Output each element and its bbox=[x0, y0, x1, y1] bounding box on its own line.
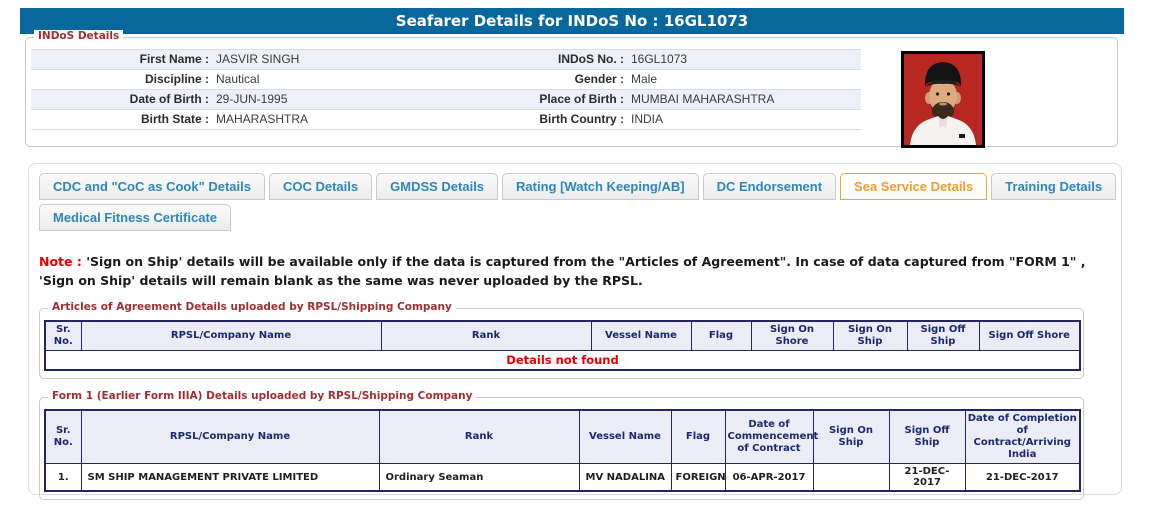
place-of-birth-label: Place of Birth : bbox=[529, 90, 624, 109]
form1-table-header-row: Sr. No. RPSL/Company Name Rank Vessel Na… bbox=[45, 410, 1080, 464]
note-body: 'Sign on Ship' details will be available… bbox=[39, 254, 1085, 288]
header-rpsl-company-name: RPSL/Company Name bbox=[81, 410, 379, 464]
cell-commencement-date: 06-APR-2017 bbox=[725, 464, 813, 492]
header-date-of-commencement: Date of Commencement of Contract bbox=[725, 410, 813, 464]
header-vessel-name: Vessel Name bbox=[591, 321, 691, 351]
details-not-found-message: Details not found bbox=[45, 351, 1080, 371]
indos-details-fieldset: INDoS Details First Name : JASVIR SINGH … bbox=[25, 37, 1118, 147]
indos-no-label: INDoS No. : bbox=[529, 50, 624, 69]
header-rank: Rank bbox=[379, 410, 579, 464]
cell-sr-no: 1. bbox=[45, 464, 81, 492]
header-sign-off-ship: Sign Off Ship bbox=[907, 321, 979, 351]
header-sr-no: Sr. No. bbox=[45, 321, 81, 351]
header-rpsl-company-name: RPSL/Company Name bbox=[81, 321, 381, 351]
tabs-row-1: CDC and "CoC as Cook" Details COC Detail… bbox=[39, 173, 1121, 200]
field-row-discipline-gender: Discipline : Nautical Gender : Male bbox=[31, 70, 861, 90]
birth-country-value: INDIA bbox=[624, 110, 861, 129]
discipline-label: Discipline : bbox=[31, 70, 209, 89]
tab-sea-service-details[interactable]: Sea Service Details bbox=[840, 173, 987, 200]
tab-training-details[interactable]: Training Details bbox=[991, 173, 1116, 200]
form1-fieldset: Form 1 (Earlier Form IIIA) Details uploa… bbox=[39, 397, 1084, 500]
cell-sign-off-ship: 21-DEC-2017 bbox=[889, 464, 965, 492]
indos-details-legend: INDoS Details bbox=[34, 30, 123, 42]
header-sign-on-ship: Sign On Ship bbox=[833, 321, 907, 351]
page-title-bar: Seafarer Details for INDoS No : 16GL1073 bbox=[20, 8, 1124, 34]
cell-sign-on-ship bbox=[813, 464, 889, 492]
tab-rating-watch-keeping-ab[interactable]: Rating [Watch Keeping/AB] bbox=[502, 173, 699, 200]
first-name-label: First Name : bbox=[31, 50, 209, 69]
field-row-birth-date-place: Date of Birth : 29-JUN-1995 Place of Bir… bbox=[31, 90, 861, 110]
discipline-value: Nautical bbox=[209, 70, 529, 89]
indos-no-value: 16GL1073 bbox=[624, 50, 861, 69]
form1-table-row: 1. SM SHIP MANAGEMENT PRIVATE LIMITED Or… bbox=[45, 464, 1080, 492]
place-of-birth-value: MUMBAI MAHARASHTRA bbox=[624, 90, 861, 109]
tabs-row-2: Medical Fitness Certificate bbox=[39, 204, 1121, 231]
header-sr-no: Sr. No. bbox=[45, 410, 81, 464]
first-name-value: JASVIR SINGH bbox=[209, 50, 529, 69]
seafarer-photo bbox=[901, 51, 985, 148]
articles-of-agreement-table: Sr. No. RPSL/Company Name Rank Vessel Na… bbox=[44, 320, 1081, 371]
header-vessel-name: Vessel Name bbox=[579, 410, 671, 464]
header-date-of-completion: Date of Completion of Contract/Arriving … bbox=[965, 410, 1080, 464]
header-sign-off-ship: Sign Off Ship bbox=[889, 410, 965, 464]
tab-coc-details[interactable]: COC Details bbox=[269, 173, 372, 200]
indos-field-rows: First Name : JASVIR SINGH INDoS No. : 16… bbox=[31, 49, 861, 130]
header-flag: Flag bbox=[691, 321, 751, 351]
gender-label: Gender : bbox=[529, 70, 624, 89]
header-sign-on-shore: Sign On Shore bbox=[751, 321, 833, 351]
date-of-birth-label: Date of Birth : bbox=[31, 90, 209, 109]
birth-state-label: Birth State : bbox=[31, 110, 209, 129]
gender-value: Male bbox=[624, 70, 861, 89]
seafarer-photo-graphic bbox=[904, 54, 982, 145]
tab-cdc-coc-as-cook-details[interactable]: CDC and "CoC as Cook" Details bbox=[39, 173, 265, 200]
field-row-birth-state-country: Birth State : MAHARASHTRA Birth Country … bbox=[31, 110, 861, 130]
cell-flag: FOREIGN bbox=[671, 464, 725, 492]
seafarer-details-page: Seafarer Details for INDoS No : 16GL1073… bbox=[0, 0, 1174, 509]
birth-country-label: Birth Country : bbox=[529, 110, 624, 129]
tab-medical-fitness-certificate[interactable]: Medical Fitness Certificate bbox=[39, 204, 231, 231]
header-sign-off-shore: Sign Off Shore bbox=[979, 321, 1080, 351]
page-title: Seafarer Details for INDoS No : 16GL1073 bbox=[396, 12, 748, 30]
tab-gmdss-details[interactable]: GMDSS Details bbox=[376, 173, 498, 200]
articles-of-agreement-legend: Articles of Agreement Details uploaded b… bbox=[48, 301, 456, 313]
cell-vessel: MV NADALINA bbox=[579, 464, 671, 492]
articles-table-header-row: Sr. No. RPSL/Company Name Rank Vessel Na… bbox=[45, 321, 1080, 351]
details-not-found-row: Details not found bbox=[45, 351, 1080, 371]
note-text: Note : 'Sign on Ship' details will be av… bbox=[39, 252, 1107, 290]
cell-company: SM SHIP MANAGEMENT PRIVATE LIMITED bbox=[81, 464, 379, 492]
date-of-birth-value: 29-JUN-1995 bbox=[209, 90, 529, 109]
birth-state-value: MAHARASHTRA bbox=[209, 110, 529, 129]
header-rank: Rank bbox=[381, 321, 591, 351]
form1-legend: Form 1 (Earlier Form IIIA) Details uploa… bbox=[48, 390, 476, 402]
field-row-name-indos: First Name : JASVIR SINGH INDoS No. : 16… bbox=[31, 50, 861, 70]
header-sign-on-ship: Sign On Ship bbox=[813, 410, 889, 464]
articles-of-agreement-fieldset: Articles of Agreement Details uploaded b… bbox=[39, 308, 1084, 379]
sea-service-panel: CDC and "CoC as Cook" Details COC Detail… bbox=[28, 163, 1122, 495]
header-flag: Flag bbox=[671, 410, 725, 464]
cell-rank: Ordinary Seaman bbox=[379, 464, 579, 492]
note-prefix: Note : bbox=[39, 254, 82, 269]
tab-dc-endorsement[interactable]: DC Endorsement bbox=[703, 173, 836, 200]
cell-completion-date: 21-DEC-2017 bbox=[965, 464, 1080, 492]
form1-table: Sr. No. RPSL/Company Name Rank Vessel Na… bbox=[44, 409, 1081, 492]
